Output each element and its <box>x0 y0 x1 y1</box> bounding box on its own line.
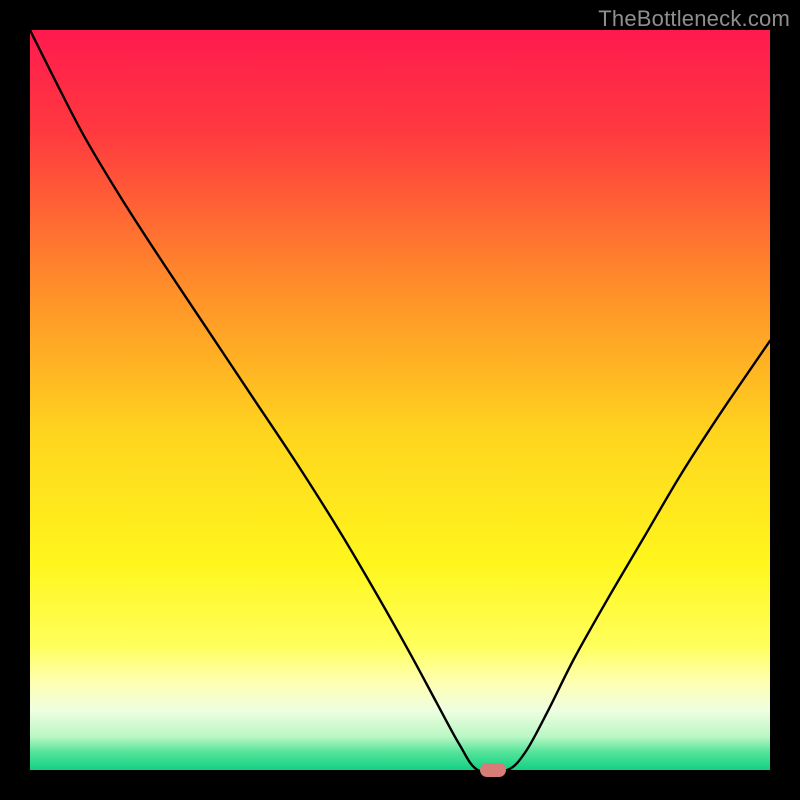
watermark-text: TheBottleneck.com <box>598 6 790 32</box>
bottleneck-curve <box>30 30 770 770</box>
plot-area <box>30 30 770 770</box>
chart-frame: TheBottleneck.com <box>0 0 800 800</box>
optimal-marker <box>480 763 506 777</box>
curve-layer <box>30 30 770 770</box>
